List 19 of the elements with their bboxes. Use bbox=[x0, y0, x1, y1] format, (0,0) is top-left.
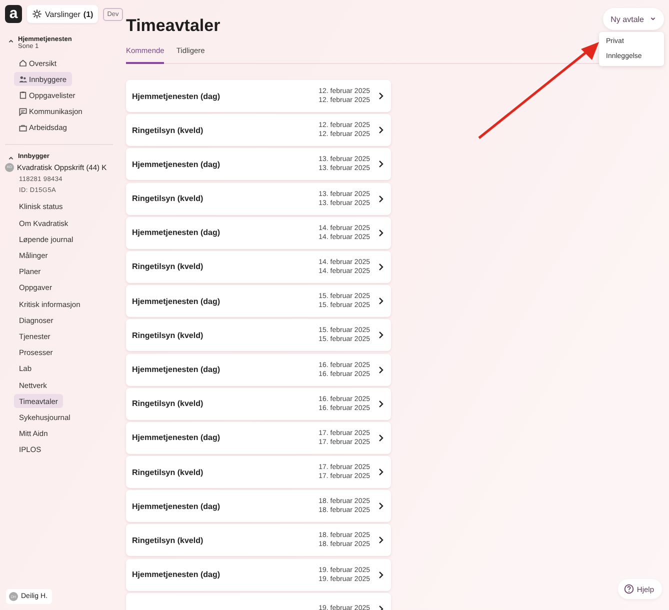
logo[interactable]: a bbox=[5, 5, 22, 23]
appointment-title: Ringetilsyn (kveld) bbox=[132, 194, 204, 204]
appointment-title: Ringetilsyn (kveld) bbox=[132, 262, 204, 272]
appointment-title: Hjemmetjenesten (dag) bbox=[132, 160, 222, 169]
appointment-title: Hjemmetjenesten (dag) bbox=[132, 433, 222, 442]
appointment-title: Hjemmetjenesten (dag) bbox=[132, 365, 222, 374]
appointment-title: Hjemmetjenesten (dag) bbox=[132, 296, 222, 306]
appointment-title: Hjemmetjenesten (dag) bbox=[132, 570, 222, 580]
notifications-button[interactable]: Varslinger (1) bbox=[27, 5, 98, 23]
appointment-title: Hjemmetjenesten (dag) bbox=[132, 92, 222, 100]
appointment-title: Ringetilsyn (kveld) bbox=[132, 536, 204, 545]
appointment-title: Hjemmetjenesten (dag) bbox=[132, 228, 222, 238]
appointment-title: Ringetilsyn (kveld) bbox=[132, 330, 204, 340]
appointment-title: Ringetilsyn (kveld) bbox=[132, 399, 204, 408]
page-title: Timeavtaler bbox=[126, 16, 220, 36]
appointment-title: Ringetilsyn (kveld) bbox=[132, 126, 204, 135]
appointment-title: Ringetilsyn (kveld) bbox=[132, 468, 204, 477]
appointment-title: Hjemmetjenesten (dag) bbox=[132, 502, 222, 511]
new-appointment-button[interactable]: Ny avtale bbox=[602, 8, 664, 30]
